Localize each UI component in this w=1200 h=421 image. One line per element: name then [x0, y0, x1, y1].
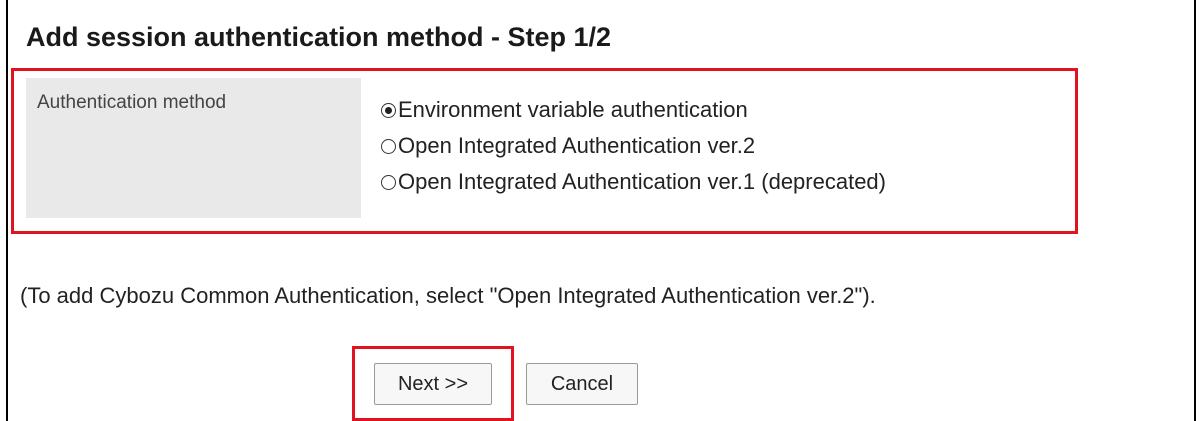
cancel-button[interactable]: Cancel — [526, 363, 638, 405]
radio-selected-icon[interactable] — [381, 102, 396, 118]
authentication-method-row: Authentication method Environment variab… — [26, 78, 886, 218]
radio-option-label: Environment variable authentication — [398, 97, 748, 122]
radio-unselected-icon[interactable] — [381, 174, 396, 190]
authentication-method-options: Environment variable authentication Open… — [361, 78, 886, 218]
radio-option-label: Open Integrated Authentication ver.1 (de… — [398, 169, 886, 194]
window-left-border — [6, 0, 8, 421]
radio-option-open-integrated-v2[interactable]: Open Integrated Authentication ver.2 — [381, 128, 886, 164]
radio-option-label: Open Integrated Authentication ver.2 — [398, 133, 756, 158]
page-title: Add session authentication method - Step… — [26, 22, 612, 52]
authentication-method-label: Authentication method — [26, 78, 361, 218]
radio-unselected-icon[interactable] — [381, 138, 396, 154]
cybozu-common-auth-note: (To add Cybozu Common Authentication, se… — [20, 283, 876, 308]
window-right-border — [1194, 0, 1196, 421]
radio-option-environment-variable[interactable]: Environment variable authentication — [381, 92, 886, 128]
next-button[interactable]: Next >> — [374, 363, 492, 405]
radio-option-open-integrated-v1[interactable]: Open Integrated Authentication ver.1 (de… — [381, 164, 886, 200]
